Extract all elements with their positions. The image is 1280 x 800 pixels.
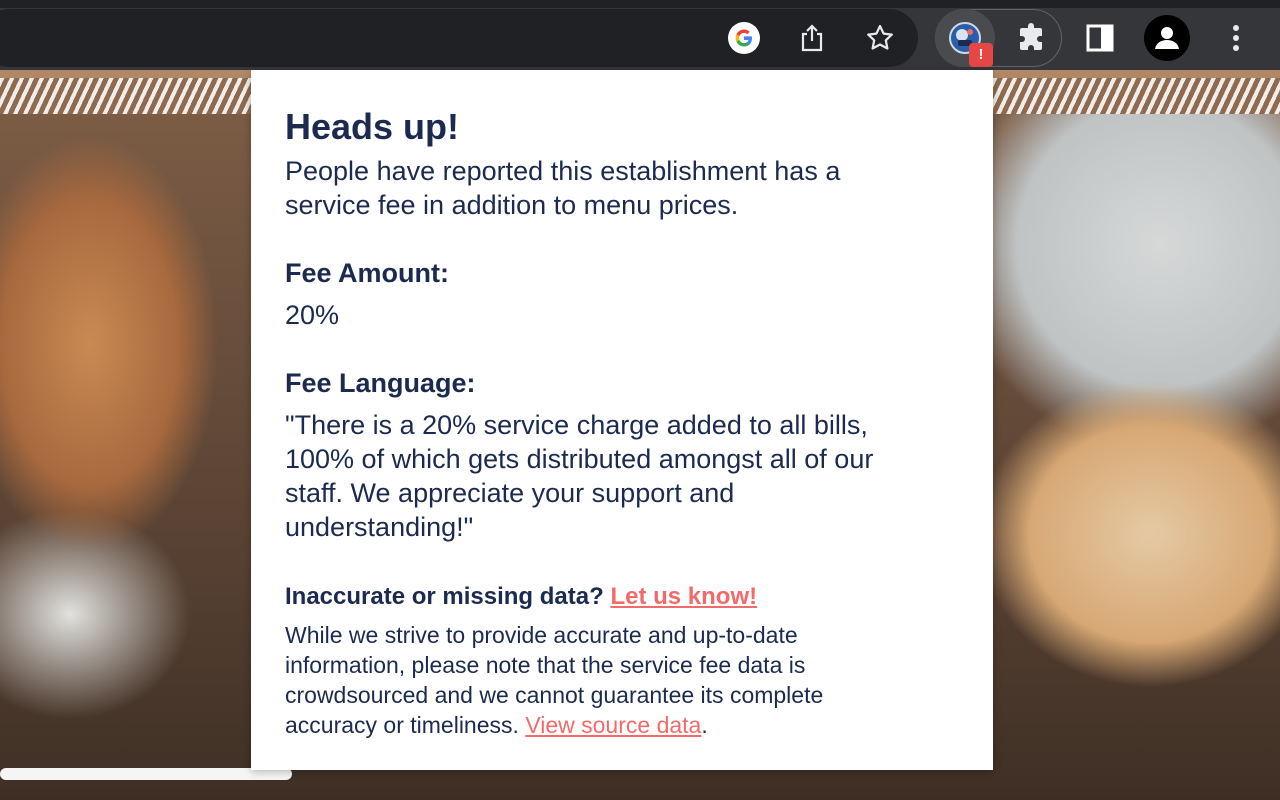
profile-icon[interactable] [1144,15,1190,61]
fee-language-label: Fee Language: [285,368,476,398]
report-text: Inaccurate or missing data? [285,583,604,610]
fee-amount-value: 20% [285,300,340,330]
let-us-know-link[interactable]: Let us know! [610,583,757,610]
fee-amount-label: Fee Amount: [285,258,449,288]
browser-toolbar: ! [0,0,1280,70]
bookmark-star-icon[interactable] [860,18,900,58]
popup-title: Heads up! [285,106,460,147]
tab-strip [0,0,1280,8]
disclaimer: While we strive to provide accurate and … [285,620,895,740]
popup-lead: People have reported this establishment … [285,156,841,220]
more-icon[interactable] [1216,18,1256,58]
horizontal-scrollbar[interactable] [0,768,292,780]
report-line: Inaccurate or missing data? Let us know! [285,582,959,612]
disclaimer-period: . [701,712,708,738]
service-fee-popup: Heads up! People have reported this esta… [251,70,993,770]
side-panel-icon[interactable] [1080,18,1120,58]
puzzle-icon[interactable] [1012,18,1052,58]
address-bar[interactable] [0,9,918,67]
share-icon[interactable] [792,18,832,58]
fee-language-text: "There is a 20% service charge added to … [285,410,874,542]
alert-badge: ! [969,43,993,67]
google-icon[interactable] [724,18,764,58]
view-source-data-link[interactable]: View source data [525,712,701,738]
